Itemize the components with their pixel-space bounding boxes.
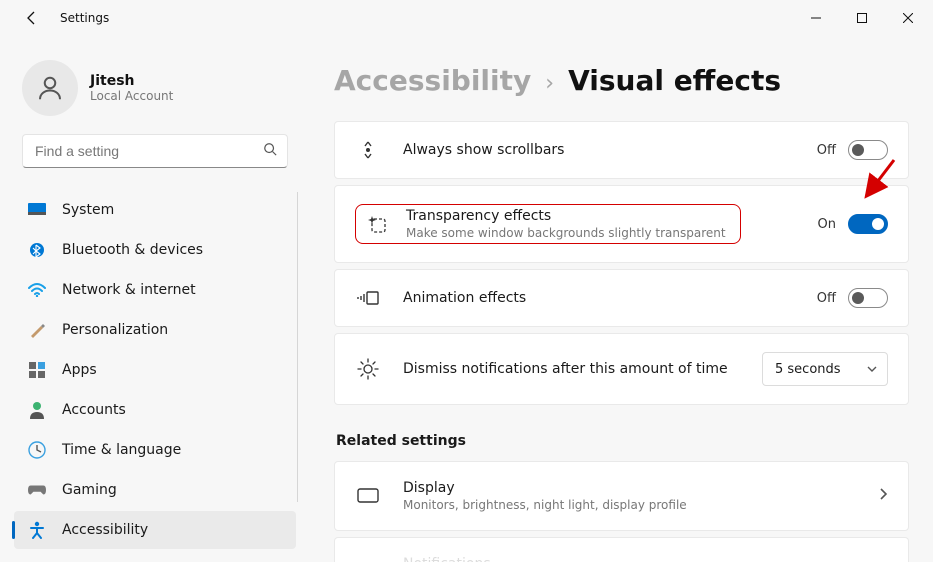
setting-title: Always show scrollbars bbox=[403, 142, 817, 158]
toggle-animation[interactable] bbox=[848, 288, 888, 308]
sidebar-item-label: System bbox=[62, 202, 114, 218]
paintbrush-icon bbox=[28, 321, 46, 339]
avatar bbox=[22, 60, 78, 116]
toggle-state-text: Off bbox=[817, 291, 836, 306]
sidebar-item-personalization[interactable]: Personalization bbox=[14, 311, 296, 349]
sidebar-item-system[interactable]: System bbox=[14, 191, 296, 229]
sidebar-item-label: Personalization bbox=[62, 322, 168, 338]
setting-row-scrollbars: Always show scrollbars Off bbox=[334, 121, 909, 179]
arrow-left-icon bbox=[24, 10, 40, 26]
close-button[interactable] bbox=[885, 2, 931, 34]
setting-row-dismiss: Dismiss notifications after this amount … bbox=[334, 333, 909, 405]
toggle-scrollbars[interactable] bbox=[848, 140, 888, 160]
sidebar-item-accessibility[interactable]: Accessibility bbox=[14, 511, 296, 549]
minimize-icon bbox=[811, 13, 821, 23]
gamepad-icon bbox=[28, 481, 46, 499]
person-icon bbox=[35, 73, 65, 103]
close-icon bbox=[903, 13, 913, 23]
setting-title: Transparency effects bbox=[406, 208, 726, 224]
related-title: Display bbox=[403, 480, 866, 496]
sidebar-item-apps[interactable]: Apps bbox=[14, 351, 296, 389]
annotation-highlight: Transparency effects Make some window ba… bbox=[355, 204, 741, 244]
page-title: Visual effects bbox=[568, 64, 781, 97]
titlebar-left: Settings bbox=[24, 10, 109, 26]
dismiss-time-dropdown[interactable]: 5 seconds bbox=[762, 352, 888, 386]
titlebar: Settings bbox=[0, 0, 933, 36]
sidebar: Jitesh Local Account System bbox=[0, 36, 310, 562]
sidebar-item-label: Apps bbox=[62, 362, 97, 378]
dropdown-value: 5 seconds bbox=[775, 362, 841, 377]
app-title: Settings bbox=[60, 11, 109, 25]
related-subtitle: Monitors, brightness, night light, displ… bbox=[403, 498, 866, 512]
nav-divider bbox=[297, 192, 298, 502]
user-text: Jitesh Local Account bbox=[90, 73, 173, 103]
display-icon bbox=[355, 488, 381, 504]
chevron-down-icon bbox=[867, 364, 877, 374]
toggle-state-text: Off bbox=[817, 143, 836, 158]
search-icon bbox=[263, 142, 277, 160]
search-field[interactable] bbox=[22, 134, 288, 168]
related-settings-heading: Related settings bbox=[336, 433, 909, 449]
accessibility-icon bbox=[28, 521, 46, 539]
sidebar-item-label: Gaming bbox=[62, 482, 117, 498]
breadcrumb-parent[interactable]: Accessibility bbox=[334, 64, 531, 97]
user-name: Jitesh bbox=[90, 73, 173, 89]
related-link-display[interactable]: Display Monitors, brightness, night ligh… bbox=[334, 461, 909, 531]
wifi-icon bbox=[28, 281, 46, 299]
search-input[interactable] bbox=[23, 135, 287, 167]
bluetooth-icon bbox=[28, 241, 46, 259]
scrollbar-icon bbox=[355, 140, 381, 160]
related-title: Notifications bbox=[403, 556, 888, 562]
settings-window: Settings Jitesh bbox=[0, 0, 933, 562]
sparkle-icon bbox=[364, 214, 390, 234]
toggle-state-text: On bbox=[818, 217, 836, 232]
main-content: Accessibility › Visual effects Always sh… bbox=[310, 36, 933, 562]
window-controls bbox=[793, 2, 931, 34]
setting-row-animation: Animation effects Off bbox=[334, 269, 909, 327]
nav: System Bluetooth & devices Network & int… bbox=[8, 190, 302, 550]
apps-icon bbox=[28, 361, 46, 379]
search-wrap bbox=[8, 134, 302, 186]
breadcrumb: Accessibility › Visual effects bbox=[334, 64, 909, 97]
setting-subtitle: Make some window backgrounds slightly tr… bbox=[406, 226, 726, 240]
sidebar-item-label: Time & language bbox=[62, 442, 181, 458]
monitor-icon bbox=[28, 201, 46, 219]
back-button[interactable] bbox=[24, 10, 40, 26]
sidebar-item-label: Network & internet bbox=[62, 282, 196, 298]
setting-title: Animation effects bbox=[403, 290, 817, 306]
user-subtitle: Local Account bbox=[90, 89, 173, 103]
setting-title: Dismiss notifications after this amount … bbox=[403, 361, 762, 377]
sidebar-item-label: Accounts bbox=[62, 402, 126, 418]
sidebar-item-label: Accessibility bbox=[62, 522, 148, 538]
related-link-notifications[interactable]: Notifications bbox=[334, 537, 909, 562]
brightness-icon bbox=[355, 358, 381, 380]
minimize-button[interactable] bbox=[793, 2, 839, 34]
animation-icon bbox=[355, 290, 381, 306]
sidebar-item-time-language[interactable]: Time & language bbox=[14, 431, 296, 469]
clock-globe-icon bbox=[28, 441, 46, 459]
sidebar-item-label: Bluetooth & devices bbox=[62, 242, 203, 258]
maximize-button[interactable] bbox=[839, 2, 885, 34]
setting-row-transparency: Transparency effects Make some window ba… bbox=[334, 185, 909, 263]
sidebar-item-network[interactable]: Network & internet bbox=[14, 271, 296, 309]
chevron-right-icon bbox=[878, 487, 888, 505]
sidebar-item-accounts[interactable]: Accounts bbox=[14, 391, 296, 429]
account-icon bbox=[28, 401, 46, 419]
sidebar-item-gaming[interactable]: Gaming bbox=[14, 471, 296, 509]
body: Jitesh Local Account System bbox=[0, 36, 933, 562]
user-block[interactable]: Jitesh Local Account bbox=[8, 46, 302, 134]
sidebar-item-bluetooth[interactable]: Bluetooth & devices bbox=[14, 231, 296, 269]
chevron-right-icon: › bbox=[545, 71, 554, 96]
toggle-transparency[interactable] bbox=[848, 214, 888, 234]
maximize-icon bbox=[857, 13, 867, 23]
